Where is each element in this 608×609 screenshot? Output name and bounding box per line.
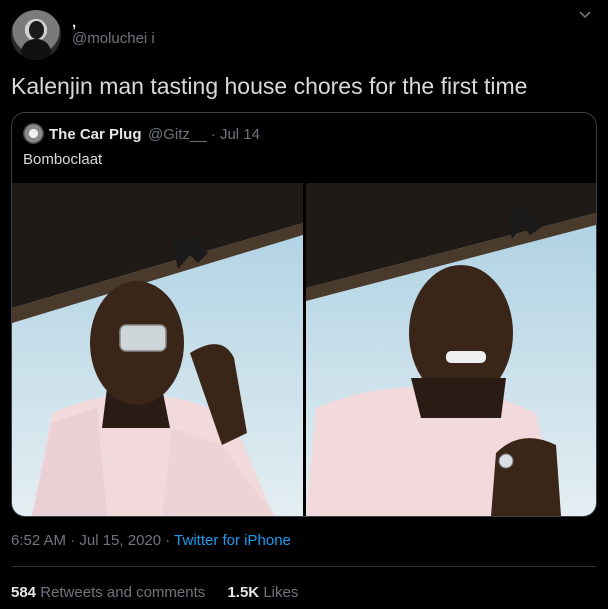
retweets-count: 584 bbox=[11, 584, 37, 601]
tweet-timestamp: 6:52 AM · Jul 15, 2020 · Twitter for iPh… bbox=[11, 532, 291, 549]
avatar-head bbox=[29, 21, 44, 39]
timestamp-text[interactable]: 6:52 AM · Jul 15, 2020 · bbox=[11, 532, 174, 549]
quoted-date[interactable]: Jul 14 bbox=[220, 126, 260, 143]
likes-label: Likes bbox=[263, 584, 299, 601]
quoted-media bbox=[12, 183, 596, 516]
avatar-torso bbox=[21, 39, 51, 60]
engagement-stats: 584 Retweets and comments 1.5K Likes bbox=[11, 584, 316, 601]
likes-count: 1.5K bbox=[227, 584, 260, 601]
retweets-label: Retweets and comments bbox=[40, 584, 206, 601]
tweet-text: Kalenjin man tasting house chores for th… bbox=[11, 73, 528, 99]
quoted-avatar[interactable] bbox=[23, 123, 44, 144]
photo-reacting-art bbox=[306, 183, 596, 516]
source-link[interactable]: Twitter for iPhone bbox=[174, 532, 291, 549]
photo-reacting[interactable] bbox=[306, 183, 596, 516]
profile-avatar[interactable] bbox=[11, 10, 61, 60]
quoted-display-name[interactable]: The Car Plug bbox=[49, 126, 142, 143]
quoted-text: Bomboclaat bbox=[23, 151, 103, 168]
retweets-stat[interactable]: 584 Retweets and comments bbox=[11, 584, 209, 601]
quoted-separator: · bbox=[210, 126, 216, 143]
quoted-tweet[interactable]: The Car Plug @Gitz__ · Jul 14 Bomboclaat bbox=[11, 112, 597, 517]
photo-drinking-art bbox=[12, 183, 303, 516]
quoted-handle[interactable]: @Gitz__ bbox=[148, 126, 207, 143]
likes-stat[interactable]: 1.5K Likes bbox=[227, 584, 298, 601]
display-name[interactable]: , bbox=[72, 14, 76, 31]
chevron-down-icon[interactable] bbox=[578, 8, 592, 22]
quoted-meta: @Gitz__ · Jul 14 bbox=[148, 126, 260, 143]
photo-drinking[interactable] bbox=[12, 183, 303, 516]
user-handle[interactable]: @moluchei i bbox=[72, 30, 155, 47]
divider bbox=[11, 566, 597, 567]
